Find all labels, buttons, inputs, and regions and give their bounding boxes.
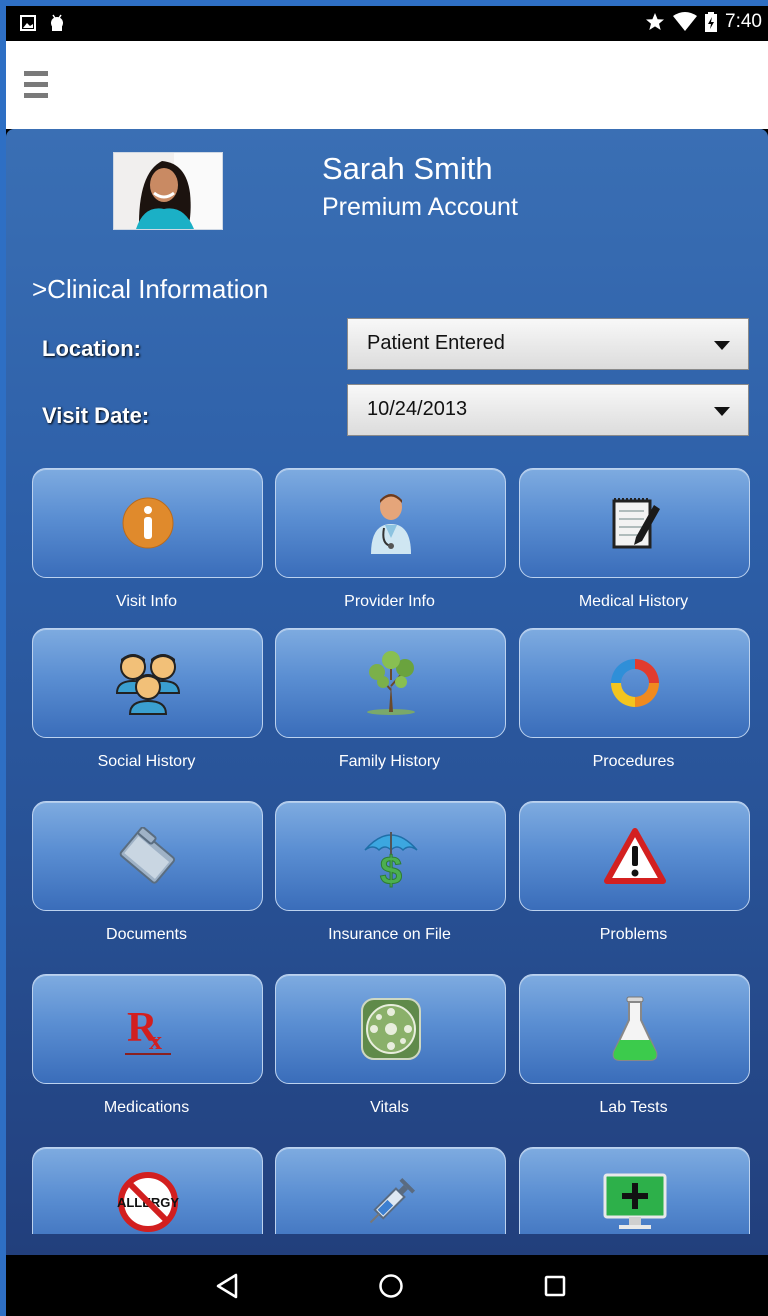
info-icon [122,497,173,549]
folder-icon [119,827,175,884]
doctor-icon [370,494,411,554]
monitor-plus-icon [603,1173,666,1229]
back-icon[interactable] [215,1273,239,1299]
svg-text:x: x [149,1026,162,1055]
tile-label: Lab Tests [599,1099,668,1116]
tile-label: Insurance on File [328,926,451,943]
star-icon [646,13,665,30]
vitals-button[interactable] [275,974,506,1084]
vitals-icon [360,998,421,1060]
family-history-button[interactable] [275,628,506,738]
health-monitor-button[interactable] [519,1147,750,1234]
procedures-button[interactable] [519,628,750,738]
tile-label: Vitals [370,1099,409,1116]
tile-label: Family History [338,753,441,770]
rx-icon: Rx [124,1005,171,1055]
social-history-button[interactable] [32,628,263,738]
notepad-icon [612,498,660,549]
people-icon [115,654,180,715]
allergies-button[interactable]: ALLERGY [32,1147,263,1234]
wifi-icon [673,12,698,31]
tile-label: Provider Info [344,593,435,610]
no-allergy-icon: ALLERGY [117,1172,179,1232]
warning-icon [603,828,666,884]
medical-history-button[interactable] [519,468,750,578]
documents-button[interactable] [32,801,263,911]
insurance-icon: $ [363,832,418,888]
android-notification-icon [51,14,63,31]
image-notification-icon [20,15,36,31]
tile-label: Visit Info [115,593,178,610]
provider-info-button[interactable] [275,468,506,578]
tile-label: Documents [106,926,187,943]
device-frame: 7:40 Sarah Smith Premium Account >Clinic… [6,6,768,1316]
syringe-icon [369,1177,415,1224]
flask-icon [612,996,657,1061]
home-icon[interactable] [378,1273,404,1299]
tile-label: Medications [103,1099,190,1116]
svg-text:$: $ [379,849,401,888]
tile-label: Medical History [578,593,689,610]
tile-label: Problems [599,926,668,943]
feature-grid: Visit Info Provider Info Medical History [6,129,768,1234]
cycle-icon [610,659,659,707]
lab-tests-button[interactable] [519,974,750,1084]
recents-icon[interactable] [543,1273,567,1299]
app-bar [6,41,768,129]
hamburger-menu-icon[interactable] [24,71,48,103]
navigation-bar [6,1255,768,1316]
medications-button[interactable]: Rx [32,974,263,1084]
status-time: 7:40 [725,11,762,32]
insurance-on-file-button[interactable]: $ [275,801,506,911]
tree-icon [366,651,415,715]
visit-info-button[interactable] [32,468,263,578]
problems-button[interactable] [519,801,750,911]
main-content: Sarah Smith Premium Account >Clinical In… [6,129,768,1255]
tile-label: Procedures [592,753,675,770]
battery-icon [705,12,718,32]
immunizations-button[interactable] [275,1147,506,1234]
tile-label: Social History [97,753,196,770]
status-bar: 7:40 [6,6,768,41]
